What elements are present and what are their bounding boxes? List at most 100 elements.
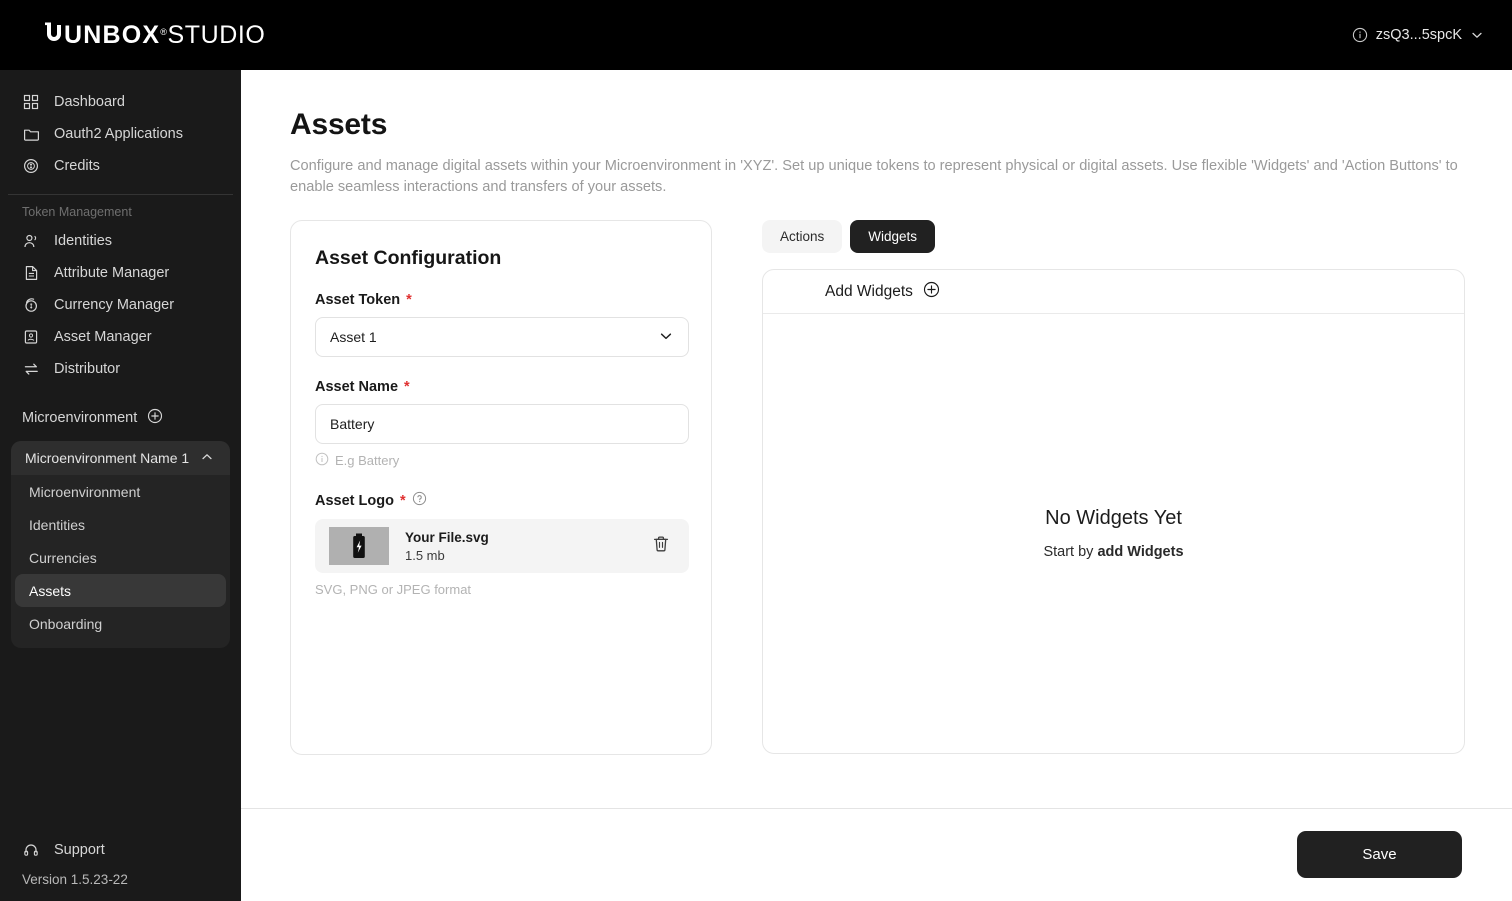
logo-bold-text: UNBOX [64, 20, 161, 49]
question-circle-icon[interactable] [412, 491, 427, 510]
footer-divider [241, 808, 1512, 809]
plus-circle-icon[interactable] [147, 408, 163, 428]
building-icon [22, 328, 40, 346]
sidebar-item-attribute-manager[interactable]: Attribute Manager [0, 257, 241, 289]
sidebar-sub-label: Microenvironment [29, 483, 141, 500]
sidebar-item-currencies[interactable]: Currencies [15, 541, 226, 574]
sidebar-sub-label: Identities [29, 516, 86, 533]
logo-registered-mark: ® [160, 26, 168, 37]
users-icon [22, 232, 40, 250]
content-area: Asset Configuration Asset Token * Asset 1 [241, 198, 1512, 755]
sidebar-item-onboarding[interactable]: Onboarding [15, 607, 226, 640]
currency-coin-icon [22, 296, 40, 314]
asset-token-label-text: Asset Token [315, 292, 401, 308]
page-description: Configure and manage digital assets with… [290, 158, 1458, 195]
widgets-panel: Add Widgets No Widgets Yet Start by add … [762, 269, 1465, 754]
logo-u-mark [44, 21, 64, 43]
asset-name-field: Asset Name * Battery E.g Battery [315, 379, 689, 469]
microenvironment-group-title: Microenvironment Name 1 [25, 450, 190, 466]
microenvironment-group-header[interactable]: Microenvironment Name 1 [11, 441, 230, 475]
asset-name-label-text: Asset Name [315, 379, 399, 395]
chevron-up-icon[interactable] [200, 450, 214, 467]
info-circle-icon [315, 452, 329, 469]
sidebar-footer: Support Version 1.5.23-22 [0, 836, 241, 901]
sidebar-section-token-management: Token Management [22, 205, 132, 219]
sidebar-item-credits[interactable]: Credits [0, 150, 241, 182]
asset-name-hint: E.g Battery [315, 452, 687, 469]
sidebar-item-identities-sub[interactable]: Identities [15, 508, 226, 541]
sidebar-label: Oauth2 Applications [54, 126, 183, 142]
headset-icon [22, 841, 40, 859]
microenvironment-group: Microenvironment Name 1 Microenvironment… [11, 441, 230, 648]
support-label: Support [54, 842, 105, 858]
required-marker: * [406, 292, 412, 308]
sidebar-label: Identities [54, 233, 113, 249]
add-widgets-button[interactable]: Add Widgets [763, 270, 1464, 314]
widgets-section: Actions Widgets Add Widgets No Widgets Y… [762, 220, 1465, 755]
version-label: Version 1.5.23-22 [22, 872, 128, 887]
user-account-label: zsQ3...5spcK [1375, 27, 1462, 43]
save-button[interactable]: Save [1297, 831, 1462, 878]
trash-icon [651, 534, 671, 559]
support-link[interactable]: Support [0, 836, 241, 864]
microenvironment-header[interactable]: Microenvironment [0, 401, 241, 435]
sidebar-primary-nav: Dashboard Oauth2 Applications Credits [0, 70, 241, 182]
asset-configuration-card: Asset Configuration Asset Token * Asset 1 [290, 220, 712, 755]
grid-icon [22, 93, 40, 111]
sidebar-sub-label: Onboarding [29, 615, 103, 632]
sidebar-item-currency-manager[interactable]: Currency Manager [0, 289, 241, 321]
asset-name-hint-text: E.g Battery [335, 453, 400, 468]
asset-logo-label: Asset Logo * [315, 491, 687, 510]
sidebar-item-dashboard[interactable]: Dashboard [0, 86, 241, 118]
empty-state-action-link[interactable]: add Widgets [1097, 544, 1183, 560]
sidebar-item-identities[interactable]: Identities [0, 225, 241, 257]
tab-widgets[interactable]: Widgets [850, 220, 936, 253]
empty-state-title: No Widgets Yet [1045, 507, 1182, 529]
document-icon [22, 264, 40, 282]
top-bar: UNBOX ® STUDIO zsQ3...5spcK [0, 0, 1512, 70]
asset-token-value: Asset 1 [330, 329, 377, 345]
asset-logo-file-row: Your File.svg 1.5 mb [315, 519, 689, 573]
asset-logo-file-name: Your File.svg [405, 529, 489, 545]
sidebar-item-microenvironment[interactable]: Microenvironment [15, 475, 226, 508]
plus-circle-icon[interactable] [923, 281, 940, 303]
chevron-down-icon[interactable] [658, 328, 674, 347]
logo-regular-text: STUDIO [167, 20, 266, 49]
transfer-arrows-icon [22, 360, 40, 378]
asset-configuration-title: Asset Configuration [315, 247, 502, 269]
app-logo[interactable]: UNBOX ® STUDIO [44, 21, 265, 50]
user-menu[interactable]: zsQ3...5spcK [1352, 27, 1484, 43]
required-marker: * [404, 379, 410, 395]
tab-actions[interactable]: Actions [762, 220, 843, 253]
main-content: Assets Configure and manage digital asse… [241, 70, 1512, 901]
sidebar-item-assets[interactable]: Assets [15, 574, 226, 607]
asset-name-input[interactable]: Battery [315, 404, 689, 444]
asset-token-select[interactable]: Asset 1 [315, 317, 689, 357]
microenvironment-header-label: Microenvironment [22, 410, 138, 426]
page-title: Assets [290, 108, 388, 141]
sidebar-sub-label: Currencies [29, 549, 97, 566]
asset-logo-file-size: 1.5 mb [405, 547, 445, 563]
asset-logo-field: Asset Logo * Your File.svg 1.5 mb SVG, P… [315, 491, 689, 597]
asset-logo-file-meta: Your File.svg 1.5 mb [405, 530, 631, 563]
chevron-down-icon[interactable] [1470, 28, 1484, 42]
asset-name-value: Battery [330, 416, 375, 432]
tab-actions-label: Actions [780, 229, 825, 244]
sidebar-label: Distributor [54, 361, 121, 377]
sidebar-item-asset-manager[interactable]: Asset Manager [0, 321, 241, 353]
coin-dollar-icon [22, 157, 40, 175]
asset-logo-hint: SVG, PNG or JPEG format [315, 582, 472, 597]
delete-logo-button[interactable] [647, 532, 675, 560]
sidebar-item-oauth2-applications[interactable]: Oauth2 Applications [0, 118, 241, 150]
sidebar-token-nav: Identities Attribute Manager Currency Ma… [0, 225, 241, 385]
sidebar-item-distributor[interactable]: Distributor [0, 353, 241, 385]
tab-widgets-label: Widgets [868, 229, 918, 244]
asset-name-label: Asset Name * [315, 379, 687, 395]
info-circle-icon [1352, 27, 1368, 43]
required-marker: * [399, 492, 406, 509]
sidebar-label: Asset Manager [54, 329, 152, 345]
sidebar-sub-label: Assets [29, 582, 72, 599]
widgets-tabs: Actions Widgets [762, 220, 1465, 253]
empty-state-prefix: Start by [1043, 544, 1098, 560]
sidebar-label: Dashboard [54, 94, 125, 110]
